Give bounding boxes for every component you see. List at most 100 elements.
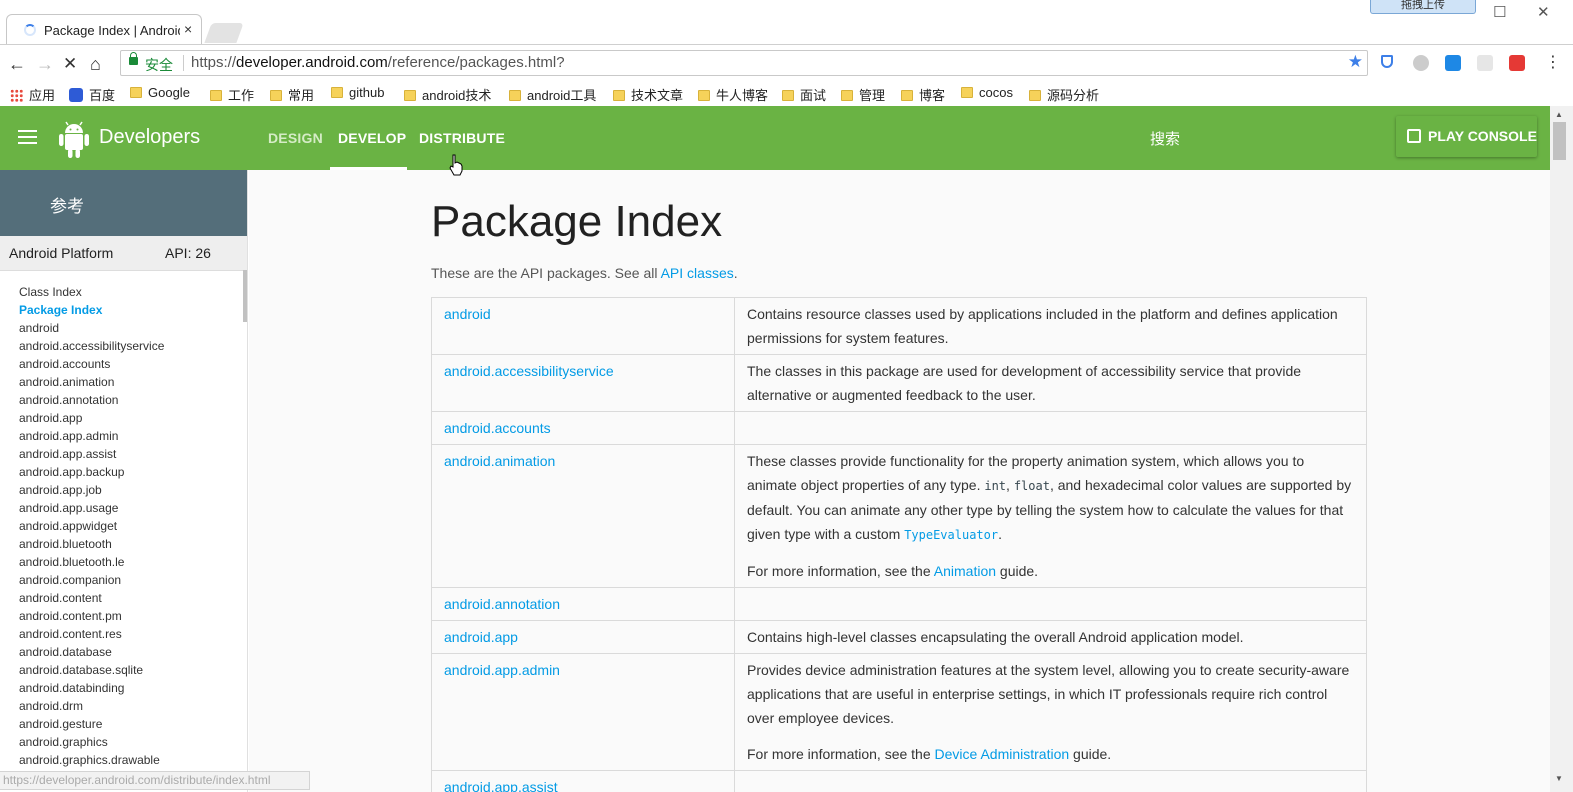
shield-extension-icon[interactable] [1381,55,1393,68]
sidebar-item[interactable]: android.graphics [19,733,202,751]
package-link[interactable]: android.accessibilityservice [444,363,614,379]
package-link[interactable]: android.animation [444,453,555,469]
sidebar-item[interactable]: android.graphics.drawable [19,751,202,769]
upload-badge[interactable]: 拖拽上传 [1370,0,1476,14]
code-int: int [984,479,1007,493]
home-icon[interactable]: ⌂ [90,54,101,75]
package-link[interactable]: android.app.admin [444,662,560,678]
table-row: android.accessibilityservice The classes… [431,354,1367,412]
bookmark-interview[interactable]: 面试 [782,85,826,104]
sidebar-item[interactable]: android.accounts [19,355,202,373]
type-evaluator-link[interactable]: TypeEvaluator [904,528,998,542]
folder-icon [509,90,521,101]
animation-guide-link[interactable]: Animation [934,563,996,579]
bookmark-blog[interactable]: 博客 [901,85,945,104]
nav-design[interactable]: DESIGN [268,130,323,146]
sidebar-item[interactable]: android.content.res [19,625,202,643]
package-link[interactable]: android.app [444,629,518,645]
bookmark-github[interactable]: github [331,85,384,100]
maximize-icon[interactable]: ☐ [1493,3,1506,21]
sidebar-item[interactable]: android.app [19,409,202,427]
menu-more-icon[interactable]: ⋮ [1545,52,1561,72]
device-admin-guide-link[interactable]: Device Administration [935,746,1070,762]
sidebar-item[interactable]: android.animation [19,373,202,391]
page-scrollbar[interactable]: ▲ ▼ [1550,106,1573,792]
stop-loading-icon[interactable]: ✕ [63,54,77,74]
bookmark-android-tech[interactable]: android技术 [404,85,491,104]
sidebar-item[interactable]: android.app.backup [19,463,202,481]
sidebar-item[interactable]: android [19,319,202,337]
sidebar-item[interactable]: android.bluetooth.le [19,553,202,571]
package-name-cell: android.accessibilityservice [431,354,735,412]
nav-develop[interactable]: DEVELOP [338,130,406,146]
sidebar-item[interactable]: android.appwidget [19,517,202,535]
folder-icon [130,87,142,98]
api-classes-link[interactable]: API classes [661,265,734,281]
close-window-icon[interactable]: ✕ [1537,3,1550,21]
sidebar-item[interactable]: android.content [19,589,202,607]
sidebar-item[interactable]: android.bluetooth [19,535,202,553]
address-bar[interactable]: 安全 https://developer.android.com/referen… [120,50,1368,76]
package-link[interactable]: android [444,306,491,322]
bookmark-cocos[interactable]: cocos [961,85,1013,100]
fe-extension-icon[interactable] [1509,55,1525,71]
scroll-down-arrow-icon[interactable]: ▼ [1555,774,1563,783]
new-tab-button[interactable] [204,23,244,43]
package-link[interactable]: android.annotation [444,596,560,612]
sidebar-item[interactable]: android.annotation [19,391,202,409]
bookmark-expert-blogs[interactable]: 牛人博客 [698,85,768,104]
scrollbar-thumb[interactable] [1553,122,1566,160]
bookmark-star-icon[interactable]: ★ [1348,52,1363,72]
package-link[interactable]: android.app.assist [444,779,558,792]
disabled-extension-icon[interactable] [1413,55,1429,71]
sidebar-item[interactable]: android.app.usage [19,499,202,517]
play-console-button[interactable]: PLAY CONSOLE [1396,116,1537,157]
tab-close-icon[interactable]: × [184,21,192,37]
sidebar-item[interactable]: android.database.sqlite [19,661,202,679]
desc-text: guide. [996,563,1039,579]
search-button[interactable]: 搜索 [1150,128,1180,149]
url-text[interactable]: https://developer.android.com/reference/… [191,54,565,71]
apps-grid-icon [10,89,23,102]
android-robot-icon[interactable] [58,119,90,159]
sidebar-item[interactable]: android.companion [19,571,202,589]
bookmark-android-tools[interactable]: android工具 [509,85,596,104]
bookmark-source-analysis[interactable]: 源码分析 [1029,85,1099,104]
sidebar-item[interactable]: android.drm [19,697,202,715]
api-level-selector[interactable]: API: 26 [165,245,211,261]
sidebar-item[interactable]: android.databinding [19,679,202,697]
bookmark-apps[interactable]: 应用 [10,85,55,104]
hamburger-menu-icon[interactable] [18,130,37,144]
bookmark-label: android工具 [527,88,597,103]
forward-arrow-icon[interactable]: → [36,54,54,75]
package-name-cell: android.animation [431,444,735,588]
sidebar-item[interactable]: android.accessibilityservice [19,337,202,355]
sidebar-scrollbar[interactable] [243,270,247,322]
sidebar-item[interactable]: Class Index [19,283,202,301]
sidebar-item[interactable]: Package Index [19,301,202,319]
nav-distribute[interactable]: DISTRIBUTE [419,130,505,146]
browser-tab-active[interactable]: Package Index | Android × [6,14,202,44]
bookmarks-bar: 应用 百度 Google 工作 常用 github android技术 andr… [0,82,1573,106]
sidebar-item[interactable]: android.app.assist [19,445,202,463]
sidebar-item[interactable]: android.content.pm [19,607,202,625]
sidebar-item[interactable]: android.gesture [19,715,202,733]
bookmark-baidu[interactable]: 百度 [69,85,115,104]
pocket-extension-icon[interactable] [1445,55,1461,71]
bookmark-common[interactable]: 常用 [270,85,314,104]
bookmark-manage[interactable]: 管理 [841,85,885,104]
platform-selector[interactable]: Android Platform API: 26 [0,236,247,271]
back-arrow-icon[interactable]: ← [8,54,26,75]
more-info-text: For more information, see the Animation … [747,559,1354,583]
sidebar-item[interactable]: android.database [19,643,202,661]
bookmark-work[interactable]: 工作 [210,85,254,104]
bookmark-tech-articles[interactable]: 技术文章 [613,85,683,104]
developers-brand[interactable]: Developers [99,126,200,149]
table-row: android.app.assist [431,770,1367,792]
scroll-up-arrow-icon[interactable]: ▲ [1555,110,1563,119]
sidebar-item[interactable]: android.app.admin [19,427,202,445]
package-link[interactable]: android.accounts [444,420,551,436]
triangle-extension-icon[interactable] [1477,55,1493,71]
bookmark-google[interactable]: Google [130,85,190,100]
sidebar-item[interactable]: android.app.job [19,481,202,499]
